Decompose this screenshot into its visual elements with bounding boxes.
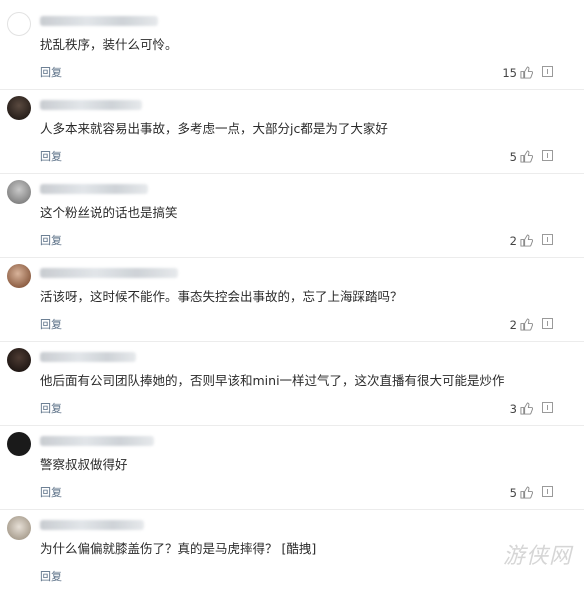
report-icon[interactable] xyxy=(542,234,553,245)
reply-link[interactable]: 回复 xyxy=(40,66,62,80)
like-count: 15 xyxy=(502,66,517,80)
report-icon[interactable] xyxy=(542,402,553,413)
avatar[interactable] xyxy=(7,12,31,36)
thumbs-up-icon[interactable] xyxy=(520,318,533,331)
reply-link[interactable]: 回复 xyxy=(40,486,62,500)
comment-item: 人多本来就容易出事故，多考虑一点，大部分jc都是为了大家好 回复 5 xyxy=(0,96,584,180)
like-count: 2 xyxy=(509,318,517,332)
avatar[interactable] xyxy=(7,180,31,204)
thumbs-up-icon[interactable] xyxy=(520,402,533,415)
reply-link[interactable]: 回复 xyxy=(40,402,62,416)
thumbs-up-icon[interactable] xyxy=(520,150,533,163)
like-count: 3 xyxy=(509,402,517,416)
divider xyxy=(0,509,584,510)
comment-text: 警察叔叔做得好 xyxy=(40,457,128,472)
comment-text: 活该呀，这时候不能作。事态失控会出事故的，忘了上海踩踏吗？ xyxy=(40,289,403,304)
comment-item: 扰乱秩序，装什么可怜。 回复 15 xyxy=(0,12,584,96)
like-count: 2 xyxy=(509,234,517,248)
avatar[interactable] xyxy=(7,432,31,456)
report-icon[interactable] xyxy=(542,486,553,497)
divider xyxy=(0,425,584,426)
comment-item: 活该呀，这时候不能作。事态失控会出事故的，忘了上海踩踏吗？ 回复 2 xyxy=(0,264,584,348)
report-icon[interactable] xyxy=(542,150,553,161)
username-blurred[interactable] xyxy=(40,352,136,362)
comment-text: 人多本来就容易出事故，多考虑一点，大部分jc都是为了大家好 xyxy=(40,121,388,136)
comment-text: 扰乱秩序，装什么可怜。 xyxy=(40,37,178,52)
avatar[interactable] xyxy=(7,348,31,372)
comment-item: 他后面有公司团队捧她的，否则早该和mini一样过气了，这次直播有很大可能是炒作 … xyxy=(0,348,584,432)
reply-link[interactable]: 回复 xyxy=(40,234,62,248)
divider xyxy=(0,89,584,90)
divider xyxy=(0,173,584,174)
avatar[interactable] xyxy=(7,96,31,120)
comment-text: 为什么偏偏就膝盖伤了？真的是马虎摔得？ [酷拽] xyxy=(40,541,317,556)
thumbs-up-icon[interactable] xyxy=(520,234,533,247)
comment-text: 这个粉丝说的话也是搞笑 xyxy=(40,205,178,220)
reply-link[interactable]: 回复 xyxy=(40,150,62,164)
comment-text: 他后面有公司团队捧她的，否则早该和mini一样过气了，这次直播有很大可能是炒作 xyxy=(40,373,505,388)
like-count: 5 xyxy=(509,150,517,164)
comment-item: 为什么偏偏就膝盖伤了？真的是马虎摔得？ [酷拽] 回复 5 xyxy=(0,516,584,600)
thumbs-up-icon[interactable] xyxy=(520,66,533,79)
username-blurred[interactable] xyxy=(40,520,144,530)
username-blurred[interactable] xyxy=(40,16,158,26)
report-icon[interactable] xyxy=(542,318,553,329)
reply-link[interactable]: 回复 xyxy=(40,318,62,332)
username-blurred[interactable] xyxy=(40,100,142,110)
reply-link[interactable]: 回复 xyxy=(40,570,62,584)
avatar[interactable] xyxy=(7,264,31,288)
watermark-logo: 游侠网 xyxy=(503,544,573,569)
username-blurred[interactable] xyxy=(40,436,154,446)
thumbs-up-icon[interactable] xyxy=(520,486,533,499)
username-blurred[interactable] xyxy=(40,268,178,278)
comment-item: 这个粉丝说的话也是搞笑 回复 2 xyxy=(0,180,584,264)
divider xyxy=(0,257,584,258)
divider xyxy=(0,341,584,342)
username-blurred[interactable] xyxy=(40,184,148,194)
avatar[interactable] xyxy=(7,516,31,540)
like-count: 5 xyxy=(509,486,517,500)
report-icon[interactable] xyxy=(542,66,553,77)
comment-item: 警察叔叔做得好 回复 5 xyxy=(0,432,584,516)
